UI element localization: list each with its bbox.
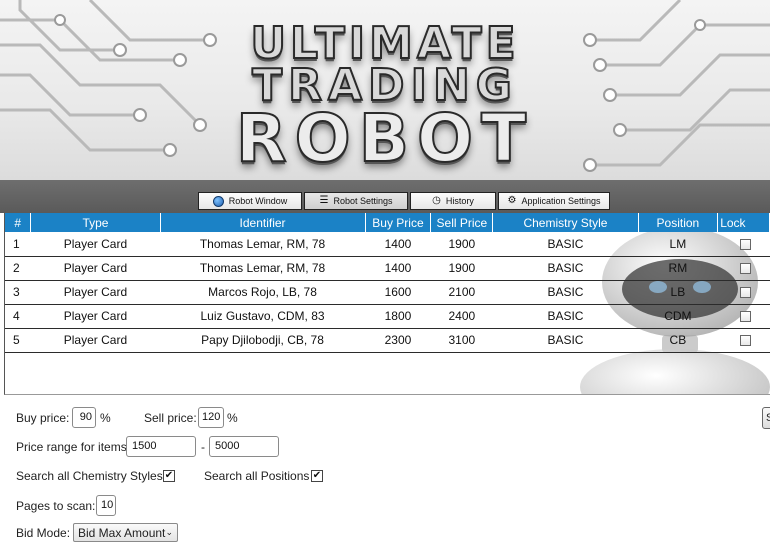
column-header: # xyxy=(5,213,32,232)
tab-label: Robot Window xyxy=(228,196,288,206)
sell-price-percent: % xyxy=(227,411,238,425)
column-header: Sell Price xyxy=(430,213,494,232)
list-icon: ☰ xyxy=(319,195,329,206)
tab-robot-settings[interactable]: ☰ Robot Settings xyxy=(304,192,408,210)
column-header: Identifier xyxy=(160,213,366,232)
cell-type: Player Card xyxy=(30,256,161,281)
header-banner: ULTIMATE TRADING ROBOT xyxy=(0,0,770,180)
cell-position: CB xyxy=(638,328,718,353)
tab-history[interactable]: ◷ History xyxy=(410,192,496,210)
cell-position: RM xyxy=(638,256,718,281)
column-header: Lock xyxy=(717,213,770,232)
search-all-positions-checkbox[interactable]: ✔ xyxy=(311,470,323,482)
table-row[interactable]: 5 Player Card Papy Djilobodji, CB, 78 23… xyxy=(5,328,770,353)
cell-chemistry-style: BASIC xyxy=(492,280,639,305)
price-range-dash: - xyxy=(201,440,205,454)
cell-sell-price: 1900 xyxy=(430,256,493,281)
cell-identifier: Marcos Rojo, LB, 78 xyxy=(160,280,366,305)
cell-index: 2 xyxy=(5,256,31,281)
cell-chemistry-style: BASIC xyxy=(492,232,639,257)
cell-position: CDM xyxy=(638,304,718,329)
price-range-max-input[interactable]: 5000 xyxy=(209,436,279,457)
logo-text-robot: ROBOT xyxy=(235,99,535,178)
buy-price-label: Buy price: xyxy=(16,411,70,425)
cell-type: Player Card xyxy=(30,304,161,329)
cell-buy-price: 2300 xyxy=(365,328,431,353)
side-button[interactable]: S xyxy=(762,407,770,429)
cell-index: 1 xyxy=(5,232,31,257)
cell-sell-price: 2100 xyxy=(430,280,493,305)
sell-price-label: Sell price: xyxy=(144,411,197,425)
lock-checkbox[interactable] xyxy=(739,263,751,275)
bid-mode-select[interactable]: Bid Max Amount ⌄ xyxy=(73,523,178,542)
cell-sell-price: 2400 xyxy=(430,304,493,329)
items-table: # Type Identifier Buy Price Sell Price C… xyxy=(5,213,770,353)
lock-checkbox[interactable] xyxy=(739,335,751,347)
cell-sell-price: 3100 xyxy=(430,328,493,353)
lock-checkbox[interactable] xyxy=(739,311,751,323)
search-all-chemistry-checkbox[interactable]: ✔ xyxy=(163,470,175,482)
buy-price-percent: % xyxy=(100,411,111,425)
tab-bar: Robot Window ☰ Robot Settings ◷ History … xyxy=(198,192,612,210)
cell-type: Player Card xyxy=(30,328,161,353)
column-header: Chemistry Style xyxy=(492,213,639,232)
bid-mode-label: Bid Mode: xyxy=(16,526,71,540)
lock-checkbox[interactable] xyxy=(739,239,751,251)
cell-buy-price: 1400 xyxy=(365,232,431,257)
table-row[interactable]: 4 Player Card Luiz Gustavo, CDM, 83 1800… xyxy=(5,304,770,329)
cell-index: 3 xyxy=(5,280,31,305)
globe-icon xyxy=(212,195,224,207)
cell-index: 5 xyxy=(5,328,31,353)
cell-buy-price: 1800 xyxy=(365,304,431,329)
chevron-down-icon: ⌄ xyxy=(165,527,173,537)
sell-price-input[interactable]: 120 xyxy=(198,407,224,428)
column-header: Buy Price xyxy=(365,213,432,232)
clock-icon: ◷ xyxy=(432,195,441,206)
tab-robot-window[interactable]: Robot Window xyxy=(198,192,302,210)
cell-buy-price: 1600 xyxy=(365,280,431,305)
cell-sell-price: 1900 xyxy=(430,232,493,257)
cell-identifier: Thomas Lemar, RM, 78 xyxy=(160,232,366,257)
cell-chemistry-style: BASIC xyxy=(492,328,639,353)
items-table-panel: # Type Identifier Buy Price Sell Price C… xyxy=(4,213,770,395)
cell-identifier: Thomas Lemar, RM, 78 xyxy=(160,256,366,281)
cell-identifier: Papy Djilobodji, CB, 78 xyxy=(160,328,366,353)
price-range-label: Price range for items xyxy=(16,440,127,454)
cell-buy-price: 1400 xyxy=(365,256,431,281)
cell-chemistry-style: BASIC xyxy=(492,304,639,329)
tab-label: History xyxy=(445,196,474,206)
tab-label: Application Settings xyxy=(521,196,601,206)
cell-chemistry-style: BASIC xyxy=(492,256,639,281)
tab-label: Robot Settings xyxy=(333,196,393,206)
table-row[interactable]: 2 Player Card Thomas Lemar, RM, 78 1400 … xyxy=(5,256,770,281)
bid-mode-value: Bid Max Amount xyxy=(78,525,166,540)
cell-identifier: Luiz Gustavo, CDM, 83 xyxy=(160,304,366,329)
table-row[interactable]: 1 Player Card Thomas Lemar, RM, 78 1400 … xyxy=(5,232,770,257)
buy-price-input[interactable]: 90 xyxy=(72,407,96,428)
table-row[interactable]: 3 Player Card Marcos Rojo, LB, 78 1600 2… xyxy=(5,280,770,305)
cell-index: 4 xyxy=(5,304,31,329)
lock-checkbox[interactable] xyxy=(739,287,751,299)
robot-settings-form: Buy price: 90 % Sell price: 120 % S Pric… xyxy=(0,395,770,558)
cell-type: Player Card xyxy=(30,280,161,305)
cell-position: LM xyxy=(638,232,718,257)
pages-to-scan-label: Pages to scan: xyxy=(16,499,96,513)
column-header: Position xyxy=(638,213,719,232)
search-all-chemistry-label: Search all Chemistry Styles xyxy=(16,469,163,483)
column-header: Type xyxy=(30,213,161,232)
tab-application-settings[interactable]: ⚙ Application Settings xyxy=(498,192,610,210)
gear-icon: ⚙ xyxy=(507,195,517,206)
cell-position: LB xyxy=(638,280,718,305)
cell-type: Player Card xyxy=(30,232,161,257)
pages-to-scan-input[interactable]: 10 xyxy=(96,495,116,516)
search-all-positions-label: Search all Positions xyxy=(204,469,310,483)
price-range-min-input[interactable]: 1500 xyxy=(126,436,196,457)
